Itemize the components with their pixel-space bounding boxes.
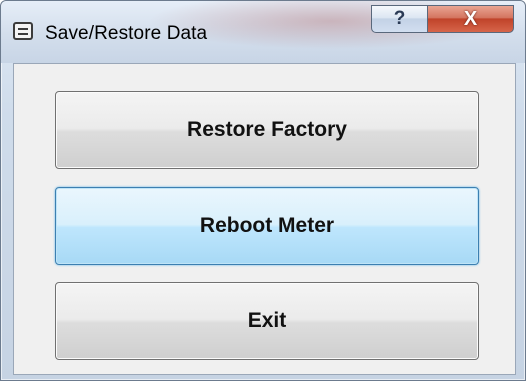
reboot-meter-button[interactable]: Reboot Meter [55, 187, 479, 265]
help-button[interactable]: ? [371, 5, 428, 33]
window-title: Save/Restore Data [45, 23, 208, 44]
caption-buttons: ? X [371, 5, 514, 33]
exit-label: Exit [247, 309, 287, 332]
reboot-meter-label: Reboot Meter [199, 214, 335, 237]
save-restore-dialog: Save/Restore Data ? X Restore Factory Re… [0, 0, 526, 381]
app-window-icon[interactable] [13, 22, 33, 40]
title-bar[interactable]: Save/Restore Data ? X [1, 1, 525, 63]
exit-button[interactable]: Exit [55, 282, 479, 360]
close-button[interactable]: X [428, 5, 514, 33]
dialog-content: Restore Factory Reboot Meter Exit [13, 63, 516, 375]
restore-factory-button[interactable]: Restore Factory [55, 91, 479, 169]
help-icon: ? [393, 8, 406, 29]
close-icon: X [463, 7, 478, 30]
restore-factory-label: Restore Factory [187, 118, 347, 141]
